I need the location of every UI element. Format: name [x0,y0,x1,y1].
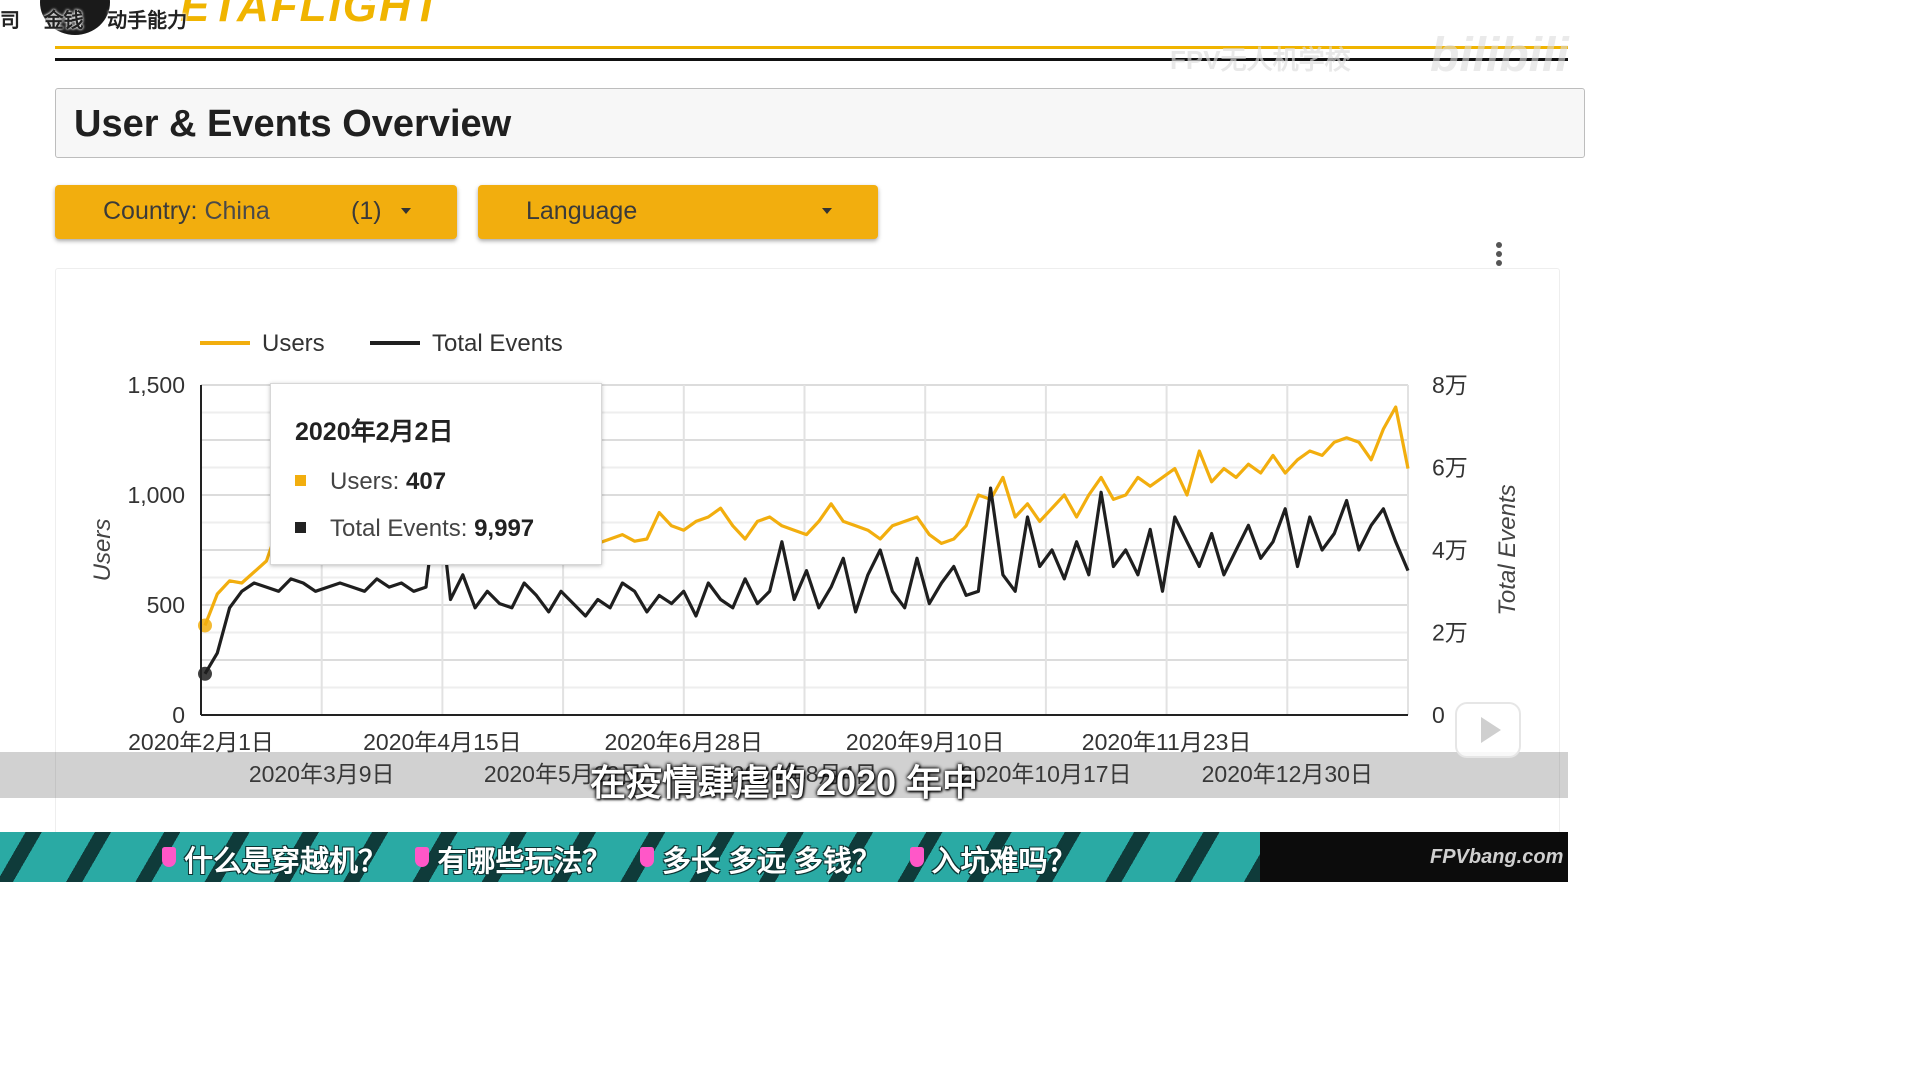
y-left-axis-label: Users [89,519,116,582]
video-subtitle: 在疫情肆虐的 2020 年中 [589,762,979,803]
fpvbang-brand: FPVbang.com [1430,846,1564,868]
y-left-tick-label: 1,000 [127,482,185,508]
tooltip-users-row: Users: 407 [295,468,446,496]
y-right-tick-label: 6万 [1432,455,1468,481]
banner-questions: 什么是穿越机？ 有哪些玩法？ 多长 多远 多钱？ 入坑难吗？ [160,838,1099,878]
banner-question: 入坑难吗？ [908,838,1077,880]
y-right-tick-label: 0 [1432,702,1445,728]
events-square-icon [295,522,306,534]
tooltip-events-row: Total Events: 9,997 [295,515,534,543]
bottom-banner: 什么是穿越机？ 有哪些玩法？ 多长 多远 多钱？ 入坑难吗？ FPVbang.c… [0,832,1568,882]
y-left-tick-label: 1,500 [127,372,185,398]
play-button-icon[interactable] [1455,702,1521,758]
chart-tooltip: 2020年2月2日 Users: 407 Total Events: 9,997 [270,383,602,565]
legend-users-label: Users [262,330,325,357]
banner-question: 什么是穿越机？ [160,838,387,880]
y-right-tick-label: 2万 [1432,620,1468,646]
users-square-icon [295,475,306,487]
y-right-tick-label: 8万 [1432,372,1468,398]
chart-legend: Users Total Events [200,330,563,357]
y-right-tick-label: 4万 [1432,537,1468,563]
banner-question: 多长 多远 多钱？ [638,838,881,880]
y-left-tick-label: 0 [172,702,185,728]
tooltip-date: 2020年2月2日 [295,418,454,446]
users-events-chart: 05001,0001,50002万4万6万8万2020年2月1日 2020年4月1… [89,330,1521,787]
y-right-axis-label: Total Events [1494,484,1521,615]
y-left-tick-label: 500 [147,592,185,618]
banner-question: 有哪些玩法？ [413,838,611,880]
legend-events-label: Total Events [432,330,563,357]
